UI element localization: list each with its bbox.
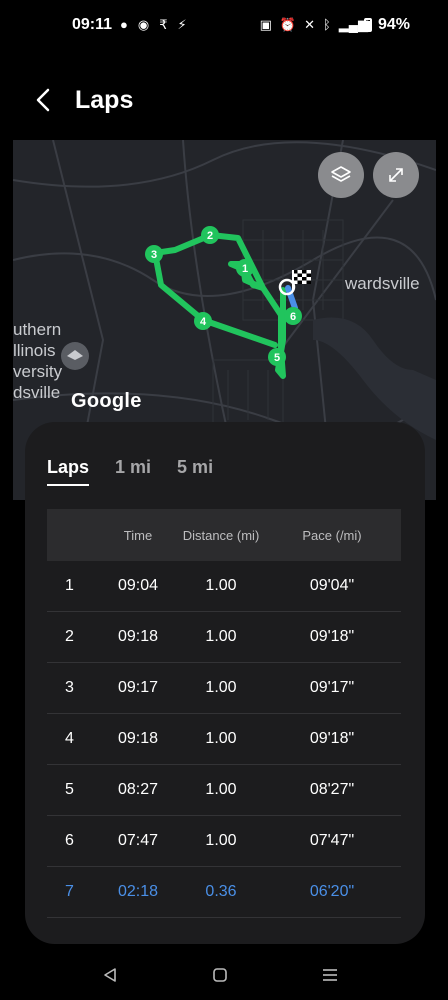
header: Laps [0,70,448,130]
tab-laps[interactable]: Laps [47,457,90,486]
rupee-icon: ₹ [159,17,168,32]
battery-icon [364,18,372,32]
lap-time: 08:27 [117,781,159,798]
header-pace: Pace (/mi) [302,527,362,543]
bluetooth-icon: ᛒ [322,17,331,32]
chat-icon: ● [120,17,128,32]
lap-distance: 1.00 [205,679,237,696]
lap-number: 6 [65,832,74,849]
back-nav-icon [104,968,116,982]
expand-icon [389,168,403,182]
table-row: 1 09:04 1.00 09'04" [47,561,401,612]
status-time: 09:11 [72,16,113,33]
header-distance: Distance (mi) [182,527,260,543]
nav-back-button[interactable] [95,960,125,990]
map-label-univ-2: llinois [13,341,56,360]
back-button[interactable] [30,86,58,114]
lap-number: 1 [65,577,74,594]
chevron-left-icon [36,88,50,112]
signal-icon: ⚡ [177,17,187,32]
lap-pace: 09'04" [309,577,355,594]
map-label-univ-1: uthern [13,320,62,339]
mute-icon: ✕ [304,17,315,32]
table-row: 2 09:18 1.00 09'18" [47,612,401,663]
lap-number: 7 [65,883,74,900]
lap-pace: 09'17" [309,679,355,696]
lap-time: 02:18 [117,883,159,900]
map-layers-button[interactable] [318,152,364,198]
nfc-icon: ▣ [259,17,272,32]
lap-time: 07:47 [117,832,159,849]
laps-table: Time Distance (mi) Pace (/mi) 1 09:04 1.… [47,509,401,918]
lap-pace: 09'18" [309,628,355,645]
tab-bar: Laps 1 mi 5 mi [47,457,213,486]
home-nav-icon [213,968,227,982]
lap-distance: 1.00 [205,781,237,798]
lap-number: 2 [65,628,74,645]
lap-time: 09:18 [117,730,159,747]
lap-distance: 1.00 [205,730,237,747]
lap-distance: 1.00 [205,832,237,849]
tab-5-mi[interactable]: 5 mi [177,457,213,486]
map-label-univ-4: dsville [13,383,61,402]
lap-distance: 0.36 [205,883,237,900]
alarm-icon: ⏰ [279,17,297,32]
map-label-univ-3: versity [13,362,63,381]
lap-time: 09:04 [117,577,159,594]
table-row-current: 7 02:18 0.36 06'20" [47,867,401,918]
table-row: 3 09:17 1.00 09'17" [47,663,401,714]
battery-percent: 94% [377,16,410,33]
status-bar: 09:11 ● ◉ ₹ ⚡ ▣ ⏰ ✕ ᛒ ▂▄▆ 94% [0,0,448,52]
table-row: 5 08:27 1.00 08'27" [47,765,401,816]
lap-number: 3 [65,679,74,696]
lap-number: 4 [65,730,74,747]
table-row: 4 09:18 1.00 09'18" [47,714,401,765]
sync-icon: ◉ [137,17,150,32]
system-nav-bar [0,950,448,1000]
nav-home-button[interactable] [205,960,235,990]
lap-distance: 1.00 [205,577,237,594]
lap-number: 5 [65,781,74,798]
header-time: Time [123,527,153,543]
laps-sheet: Laps 1 mi 5 mi Time Distance (mi) Pace (… [25,422,425,944]
table-row: 6 07:47 1.00 07'47" [47,816,401,867]
lap-pace: 09'18" [309,730,355,747]
layers-icon [331,166,351,182]
lap-pace: 08'27" [309,781,355,798]
map-label-town: wardsville [345,274,420,293]
table-header: Time Distance (mi) Pace (/mi) [47,509,401,561]
lap-time: 09:17 [117,679,159,696]
google-logo: Google [71,390,142,412]
lap-distance: 1.00 [205,628,237,645]
lap-pace: 06'20" [309,883,355,900]
map-expand-button[interactable] [373,152,419,198]
recents-nav-icon [323,969,337,981]
lap-pace: 07'47" [309,832,355,849]
page-title: Laps [75,86,134,114]
nav-recents-button[interactable] [315,960,345,990]
tab-1-mi[interactable]: 1 mi [115,457,151,486]
lap-time: 09:18 [117,628,159,645]
finish-flag-icon [292,270,311,290]
